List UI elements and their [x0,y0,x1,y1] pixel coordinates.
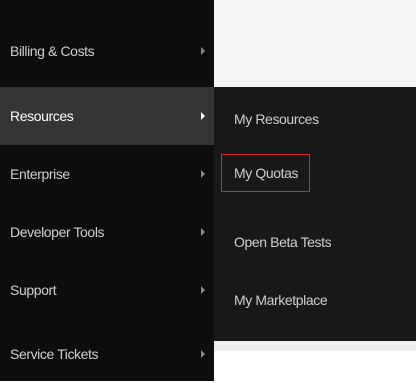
menu-item-enterprise[interactable]: Enterprise [0,145,214,203]
submenu-item-my-quotas[interactable]: My Quotas [214,144,416,202]
menu-item-service-tickets[interactable]: Service Tickets [0,325,214,383]
page-background-bottom [214,341,416,381]
menu-item-developer-tools[interactable]: Developer Tools [0,203,214,261]
submenu-item-my-marketplace[interactable]: My Marketplace [214,271,416,329]
submenu-item-label: My Resources [234,111,319,127]
chevron-right-icon [201,350,205,358]
chevron-right-icon [201,170,205,178]
submenu-item-open-beta-tests[interactable]: Open Beta Tests [214,213,416,271]
submenu-item-my-resources[interactable]: My Resources [214,90,416,148]
page-background-top [214,0,416,87]
divider [214,341,416,351]
menu-item-label: Resources [10,108,74,124]
submenu-item-label: My Marketplace [234,292,328,308]
main-menu: Billing & Costs Resources Enterprise Dev… [0,0,214,381]
menu-item-label: Service Tickets [10,346,99,362]
menu-item-label: Billing & Costs [10,43,95,59]
submenu-item-label: Open Beta Tests [234,234,332,250]
submenu-item-label: My Quotas [234,165,299,181]
menu-item-resources[interactable]: Resources [0,87,214,145]
menu-item-label: Enterprise [10,166,70,182]
chevron-right-icon [201,228,205,236]
menu-item-label: Developer Tools [10,224,105,240]
menu-item-billing-costs[interactable]: Billing & Costs [0,22,214,80]
chevron-right-icon [201,112,205,120]
chevron-right-icon [201,47,205,55]
chevron-right-icon [201,286,205,294]
resources-submenu: My Resources My Quotas Open Beta Tests M… [214,87,416,341]
menu-item-support[interactable]: Support [0,261,214,319]
menu-item-label: Support [10,282,57,298]
